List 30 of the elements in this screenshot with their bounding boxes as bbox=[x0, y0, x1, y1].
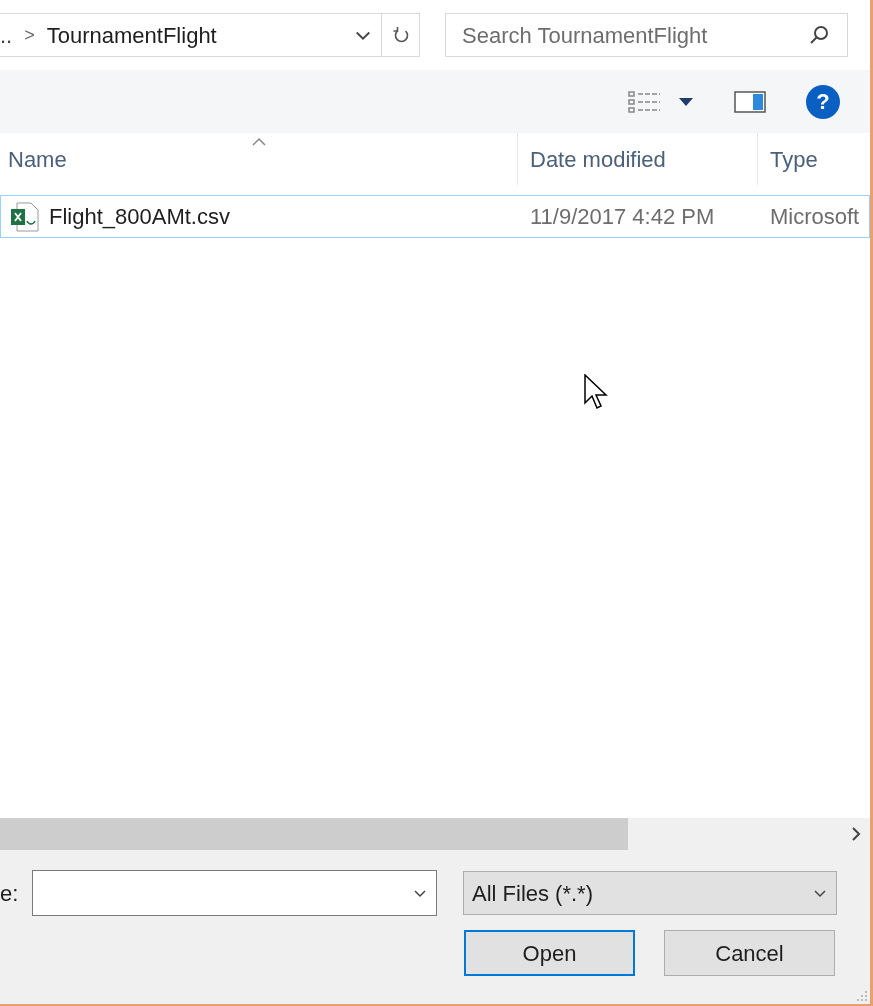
search-field[interactable]: Search TournamentFlight bbox=[462, 18, 807, 52]
caret-icon bbox=[678, 95, 694, 108]
horizontal-scrollbar[interactable] bbox=[0, 818, 870, 850]
details-view-icon bbox=[628, 89, 662, 114]
resize-grip-icon bbox=[854, 988, 868, 1002]
spreadsheet-file-icon bbox=[9, 200, 41, 233]
help-button[interactable]: ? bbox=[806, 84, 840, 119]
preview-pane-button[interactable] bbox=[734, 89, 766, 114]
file-type-dropdown[interactable]: All Files (*.*) bbox=[463, 871, 837, 915]
column-header[interactable]: Type bbox=[757, 133, 870, 185]
sort-up-icon bbox=[250, 136, 267, 148]
dialog-button[interactable]: Cancel bbox=[664, 930, 835, 976]
breadcrumb-overflow[interactable]: .. bbox=[0, 18, 13, 52]
column-header[interactable]: Date modified bbox=[517, 133, 757, 185]
file-row[interactable]: Flight_800AMt.csv 11/9/2017 4:42 PM Microsoft bbox=[0, 195, 870, 238]
breadcrumb-folder[interactable]: TournamentFlight bbox=[46, 18, 345, 52]
file-name: Flight_800AMt.csv bbox=[49, 203, 230, 231]
breadcrumb-separator: > bbox=[24, 23, 35, 47]
view-options-button[interactable] bbox=[628, 89, 694, 114]
scrollbar-thumb[interactable] bbox=[0, 818, 628, 850]
search-box[interactable]: Search TournamentFlight bbox=[445, 13, 848, 57]
dialog-button[interactable]: Open bbox=[464, 930, 635, 976]
column-header[interactable]: Name bbox=[0, 133, 517, 185]
mouse-pointer-icon bbox=[584, 374, 608, 410]
file-name-field[interactable] bbox=[32, 870, 437, 916]
address-bar[interactable]: .. > TournamentFlight bbox=[0, 13, 420, 57]
file-date: 11/9/2017 4:42 PM bbox=[529, 203, 716, 231]
preview-pane-icon bbox=[734, 89, 766, 114]
file-type: Microsoft bbox=[769, 203, 861, 231]
file-name-label: e: bbox=[0, 879, 20, 908]
